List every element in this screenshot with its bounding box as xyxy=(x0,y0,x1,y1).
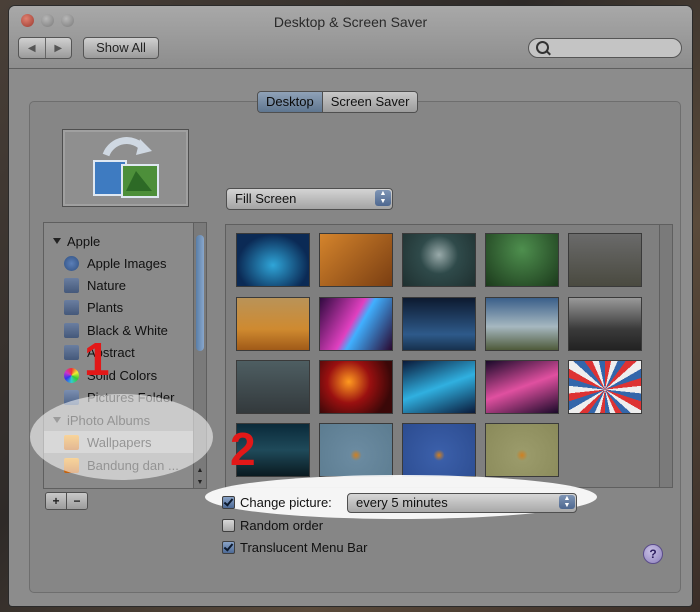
source-item-plants[interactable]: Plants xyxy=(44,296,206,318)
wallpaper-thumbnail[interactable] xyxy=(402,360,476,414)
show-all-button[interactable]: Show All xyxy=(83,37,159,59)
change-interval-value: every 5 minutes xyxy=(356,495,448,510)
help-button[interactable]: ? xyxy=(643,544,663,564)
scroll-thumb[interactable] xyxy=(196,235,204,351)
source-item-bandung[interactable]: Bandung dan ... xyxy=(44,454,206,476)
source-item-pictures-folder[interactable]: Pictures Folder xyxy=(44,386,206,408)
source-header-apple[interactable]: Apple xyxy=(44,230,194,252)
change-interval-popup[interactable]: every 5 minutes ▲ ▼ xyxy=(347,493,577,513)
random-order-option[interactable]: Random order xyxy=(222,518,323,533)
translucent-menu-bar-label: Translucent Menu Bar xyxy=(240,540,368,555)
title-bar: Desktop & Screen Saver ◀ ▶ Show All xyxy=(9,6,692,69)
wallpaper-thumbnail[interactable] xyxy=(236,233,310,287)
search-field[interactable] xyxy=(528,38,682,58)
scroll-down-arrow-icon[interactable]: ▼ xyxy=(194,477,206,488)
wallpaper-thumbnail[interactable] xyxy=(402,297,476,351)
source-item-black-white[interactable]: Black & White xyxy=(44,319,206,341)
source-item-abstract[interactable]: Abstract xyxy=(44,341,206,363)
source-item-solid-colors[interactable]: Solid Colors xyxy=(44,364,206,386)
wallpaper-thumbnail[interactable] xyxy=(319,233,393,287)
translucent-menu-bar-option[interactable]: Translucent Menu Bar xyxy=(222,540,367,555)
tab-control: Desktop Screen Saver xyxy=(257,91,419,113)
wallpaper-thumbnail[interactable] xyxy=(319,360,393,414)
color-wheel-icon xyxy=(64,367,79,383)
source-item-nature[interactable]: Nature xyxy=(44,274,206,296)
wallpaper-thumbnail[interactable] xyxy=(402,233,476,287)
nav-buttons: ◀ ▶ xyxy=(18,37,72,59)
disclosure-triangle-icon[interactable] xyxy=(53,238,61,244)
folder-icon xyxy=(64,322,79,338)
search-icon xyxy=(536,41,549,54)
wallpaper-thumbnail[interactable] xyxy=(485,423,559,477)
apple-logo-icon xyxy=(64,255,79,271)
change-picture-option[interactable]: Change picture: xyxy=(222,495,332,510)
window-title: Desktop & Screen Saver xyxy=(273,14,428,30)
photo-album-icon xyxy=(64,457,79,473)
wallpaper-thumbnail[interactable] xyxy=(485,233,559,287)
scroll-up-arrow-icon[interactable]: ▲ xyxy=(194,465,206,476)
wallpaper-thumbnail[interactable] xyxy=(568,297,642,351)
change-picture-label: Change picture: xyxy=(240,495,332,510)
folder-icon xyxy=(64,277,79,293)
change-picture-checkbox[interactable] xyxy=(222,496,235,509)
photo-album-icon xyxy=(64,434,79,450)
wallpaper-thumbnail[interactable] xyxy=(319,423,393,477)
wallpaper-thumbnail[interactable] xyxy=(236,360,310,414)
picture-source-list[interactable]: Apple Apple Images Nature Plants Black &… xyxy=(43,222,207,489)
forward-arrow-icon[interactable]: ▶ xyxy=(46,38,72,58)
wallpaper-thumbnail[interactable] xyxy=(236,297,310,351)
wallpaper-thumbnail[interactable] xyxy=(319,297,393,351)
wallpaper-grid-scrollbar[interactable] xyxy=(659,225,672,487)
source-item-wallpapers[interactable]: Wallpapers xyxy=(44,431,206,453)
wallpaper-grid[interactable] xyxy=(225,224,673,488)
random-order-label: Random order xyxy=(240,518,324,533)
random-order-checkbox[interactable] xyxy=(222,519,235,532)
wallpaper-thumbnail[interactable] xyxy=(568,233,642,287)
source-list-scrollbar[interactable]: ▲ ▼ xyxy=(193,223,206,488)
popup-arrows-icon: ▲ ▼ xyxy=(375,190,391,206)
folder-icon xyxy=(64,299,79,315)
disclosure-triangle-icon[interactable] xyxy=(53,417,61,423)
rotating-pictures-icon xyxy=(92,137,159,198)
tab-desktop[interactable]: Desktop xyxy=(258,92,323,112)
preferences-window: Desktop & Screen Saver ◀ ▶ Show All Desk… xyxy=(9,6,692,606)
remove-source-button[interactable]: − xyxy=(67,493,87,509)
pictures-folder-icon xyxy=(64,389,79,405)
translucent-menu-bar-checkbox[interactable] xyxy=(222,541,235,554)
popup-arrows-icon: ▲ ▼ xyxy=(559,495,575,509)
annotation-number-one: 1 xyxy=(84,333,110,385)
wallpaper-thumbnail[interactable] xyxy=(485,360,559,414)
desktop-preview xyxy=(62,129,189,207)
wallpaper-thumbnail[interactable] xyxy=(485,297,559,351)
tab-screen-saver[interactable]: Screen Saver xyxy=(322,92,418,112)
wallpaper-thumbnail[interactable] xyxy=(402,423,476,477)
fill-mode-value: Fill Screen xyxy=(235,191,297,206)
back-arrow-icon[interactable]: ◀ xyxy=(19,38,46,58)
add-source-button[interactable]: + xyxy=(46,493,67,509)
wallpaper-thumbnail[interactable] xyxy=(568,360,642,414)
fill-mode-popup[interactable]: Fill Screen ▲ ▼ xyxy=(226,188,393,210)
annotation-number-two: 2 xyxy=(230,423,256,475)
folder-icon xyxy=(64,344,79,360)
source-list-buttons: + − xyxy=(45,492,88,510)
source-item-apple-images[interactable]: Apple Images xyxy=(44,252,206,274)
source-header-iphoto[interactable]: iPhoto Albums xyxy=(44,409,194,431)
